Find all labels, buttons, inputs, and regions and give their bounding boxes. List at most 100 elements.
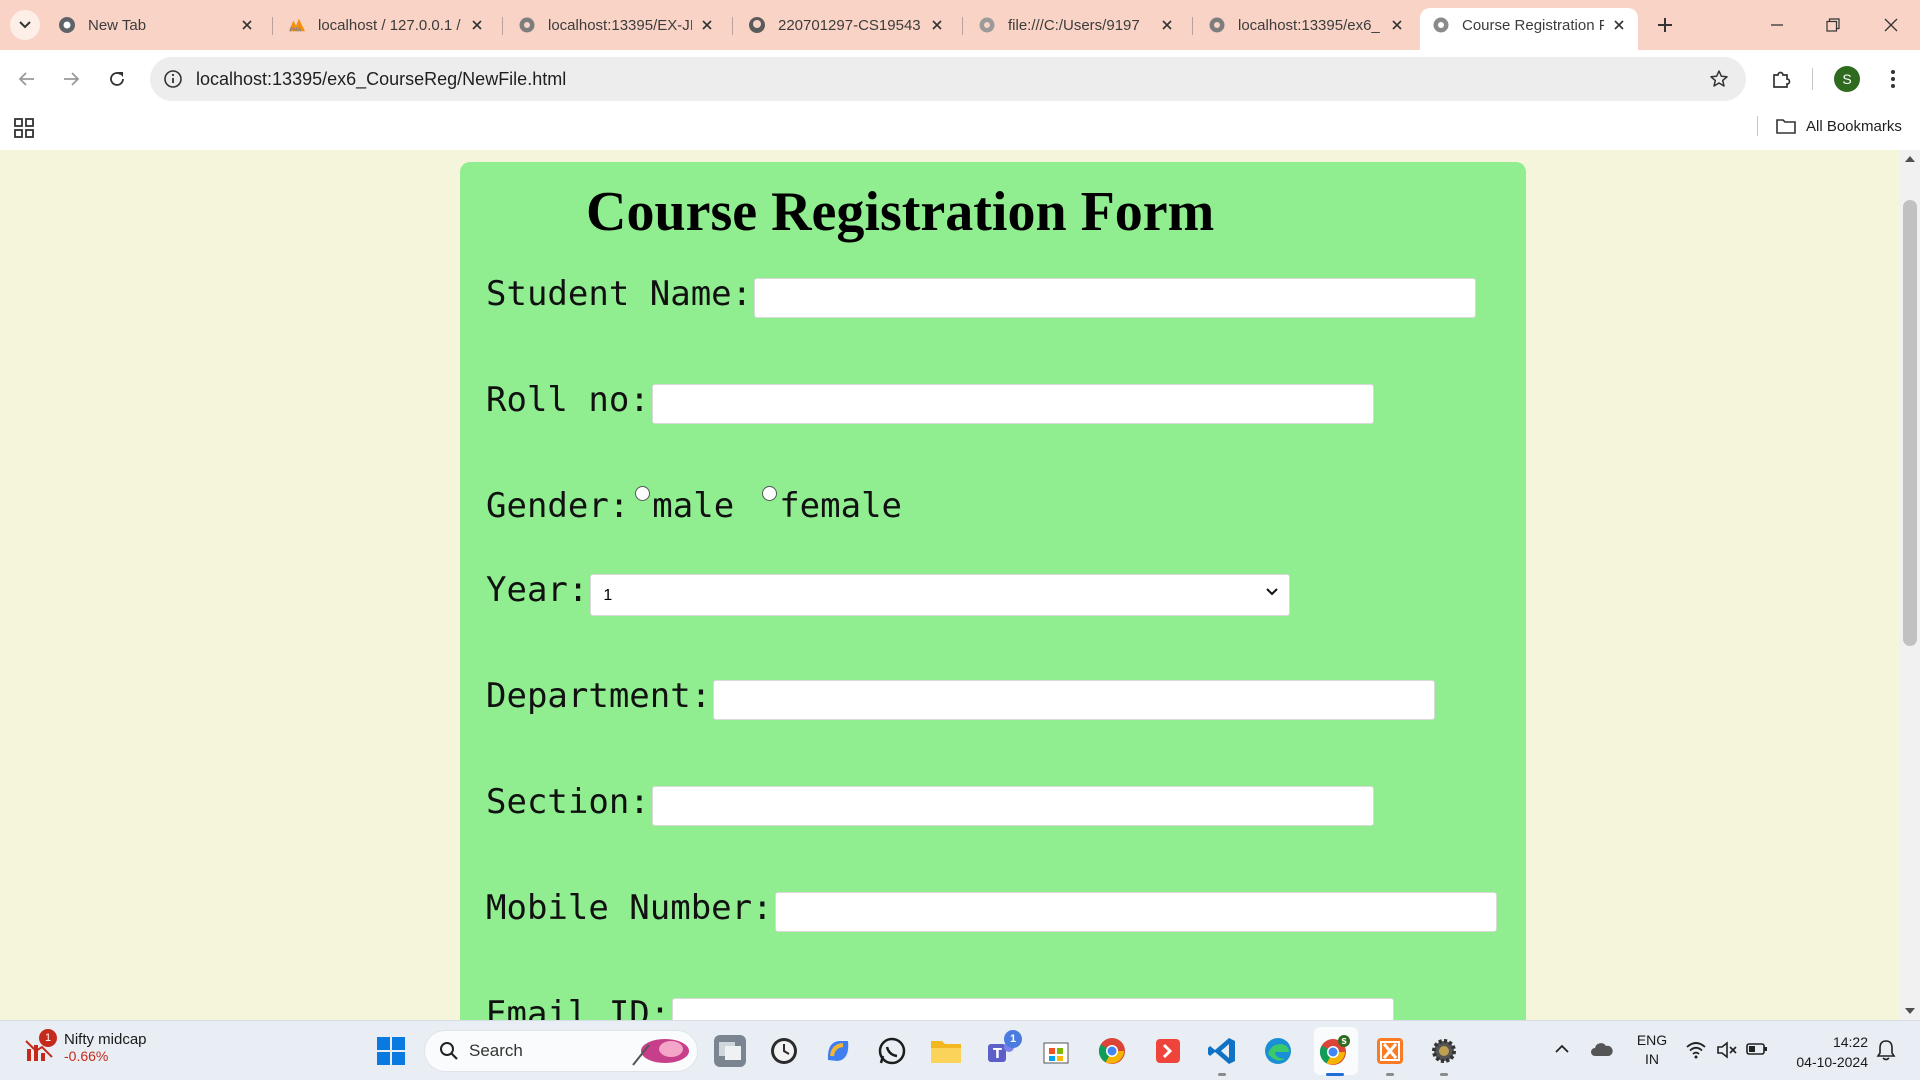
- tab-localhost-ex6[interactable]: localhost:13395/ex6_: [1196, 8, 1416, 42]
- gender-male-radio[interactable]: [635, 486, 651, 501]
- whatsapp-icon[interactable]: [876, 1035, 908, 1067]
- page-scrollbar[interactable]: [1900, 150, 1920, 1020]
- gender-male-label[interactable]: male: [652, 484, 734, 528]
- running-app-indicator: [1218, 1073, 1226, 1076]
- clock-app-icon[interactable]: [768, 1035, 800, 1067]
- section-label: Section:: [486, 782, 650, 822]
- profile-avatar[interactable]: S: [1834, 66, 1860, 92]
- gender-female-label[interactable]: female: [779, 484, 902, 528]
- ticker-name: Nifty midcap: [64, 1031, 147, 1048]
- roll-no-input[interactable]: [651, 384, 1374, 424]
- xampp-icon[interactable]: [1374, 1035, 1406, 1067]
- student-name-row: Student Name:: [486, 272, 1477, 318]
- taskbar-search-box[interactable]: Search: [424, 1030, 698, 1072]
- copilot-icon[interactable]: [822, 1035, 854, 1067]
- section-input[interactable]: [651, 786, 1374, 826]
- language-indicator[interactable]: ENG IN: [1632, 1031, 1672, 1069]
- chrome-profile-taskbar-icon[interactable]: S: [1318, 1035, 1350, 1067]
- close-icon[interactable]: [928, 16, 946, 34]
- tab-file[interactable]: file:///C:/Users/9197: [966, 8, 1186, 42]
- running-app-indicator: [1386, 1073, 1394, 1076]
- tab-separator: [962, 17, 963, 35]
- onedrive-cloud-icon[interactable]: [1590, 1041, 1614, 1057]
- svg-text:PMA: PMA: [290, 27, 302, 33]
- edge-icon[interactable]: [1262, 1035, 1294, 1067]
- site-info-icon[interactable]: [162, 68, 184, 90]
- all-bookmarks-button[interactable]: All Bookmarks: [1776, 114, 1902, 138]
- close-icon[interactable]: [1158, 16, 1176, 34]
- back-button[interactable]: [12, 64, 42, 94]
- close-window-button[interactable]: [1876, 10, 1906, 40]
- mobile-label: Mobile Number:: [486, 888, 773, 928]
- close-icon[interactable]: [468, 16, 486, 34]
- year-label: Year:: [486, 570, 589, 610]
- microsoft-store-icon[interactable]: [1040, 1035, 1072, 1067]
- gender-label: Gender:: [486, 486, 630, 526]
- scroll-down-arrow-icon[interactable]: [1905, 1008, 1915, 1014]
- battery-icon[interactable]: [1746, 1041, 1768, 1057]
- chrome-taskbar-icon[interactable]: [1096, 1035, 1128, 1067]
- student-name-label: Student Name:: [486, 274, 753, 314]
- close-icon[interactable]: [238, 16, 256, 34]
- teams-icon[interactable]: T 1: [984, 1030, 1022, 1067]
- globe-icon: [518, 16, 536, 34]
- tab-title: Course Registration F: [1462, 16, 1604, 34]
- tab-new-tab[interactable]: New Tab: [46, 8, 266, 42]
- browser-menu-button[interactable]: [1878, 64, 1908, 94]
- tab-title: localhost:13395/ex6_: [1238, 16, 1380, 34]
- year-select[interactable]: 1: [590, 574, 1291, 616]
- minimize-button[interactable]: [1762, 10, 1792, 40]
- email-input[interactable]: [672, 998, 1395, 1020]
- student-name-input[interactable]: [754, 278, 1477, 318]
- system-clock[interactable]: 14:22 04-10-2024: [1786, 1032, 1868, 1072]
- extensions-button[interactable]: [1766, 64, 1796, 94]
- tab-localhost-ex-ji[interactable]: localhost:13395/EX-JI: [506, 8, 726, 42]
- arrow-left-icon: [18, 72, 34, 86]
- chevron-up-icon[interactable]: [1554, 1041, 1570, 1057]
- phpmyadmin-icon: PMA: [288, 16, 306, 34]
- close-icon[interactable]: [1388, 16, 1406, 34]
- search-label: Search: [469, 1041, 523, 1060]
- teams-badge: 1: [1004, 1030, 1022, 1048]
- folder-icon: [1776, 119, 1796, 134]
- task-view-icon[interactable]: [714, 1035, 746, 1067]
- mobile-input[interactable]: [774, 892, 1497, 932]
- speaker-muted-icon[interactable]: [1716, 1041, 1738, 1059]
- tab-course-registration[interactable]: Course Registration F: [1420, 8, 1638, 50]
- roll-no-label: Roll no:: [486, 380, 650, 420]
- anydesk-icon[interactable]: [1152, 1035, 1184, 1067]
- clock-time: 14:22: [1832, 1034, 1868, 1050]
- stock-widget[interactable]: 1 Nifty midcap -0.66%: [24, 1028, 147, 1064]
- department-input[interactable]: [713, 680, 1436, 720]
- arrow-right-icon: [64, 72, 80, 86]
- globe-icon: [1432, 16, 1450, 34]
- clock-date: 04-10-2024: [1796, 1054, 1868, 1070]
- apps-grid-icon[interactable]: [12, 116, 36, 140]
- new-tab-button[interactable]: [1652, 12, 1678, 38]
- tab-separator: [732, 17, 733, 35]
- form-title: Course Registration Form: [586, 181, 1215, 243]
- tab-phpmyadmin[interactable]: PMA localhost / 127.0.0.1 /: [276, 8, 496, 42]
- address-bar[interactable]: localhost:13395/ex6_CourseReg/NewFile.ht…: [150, 57, 1746, 101]
- vscode-icon[interactable]: [1206, 1035, 1238, 1067]
- restore-button[interactable]: [1818, 10, 1848, 40]
- tab-title: file:///C:/Users/9197: [1008, 16, 1140, 34]
- gender-female-radio[interactable]: [762, 486, 778, 501]
- bookmark-star-icon[interactable]: [1708, 68, 1730, 90]
- reload-button[interactable]: [102, 64, 132, 94]
- tab-search-button[interactable]: [10, 10, 40, 40]
- settings-icon[interactable]: [1428, 1035, 1460, 1067]
- notification-bell-icon[interactable]: [1876, 1039, 1896, 1061]
- scrollbar-thumb[interactable]: [1903, 200, 1917, 646]
- scroll-up-arrow-icon[interactable]: [1905, 156, 1915, 162]
- close-icon[interactable]: [1610, 16, 1628, 34]
- browser-toolbar: localhost:13395/ex6_CourseReg/NewFile.ht…: [0, 50, 1920, 108]
- file-explorer-icon[interactable]: [930, 1035, 962, 1067]
- wifi-icon[interactable]: [1686, 1041, 1706, 1059]
- tab-github[interactable]: 220701297-CS19543: [736, 8, 956, 42]
- globe-icon: [1208, 16, 1226, 34]
- windows-start-icon[interactable]: [376, 1036, 406, 1066]
- forward-button[interactable]: [56, 64, 86, 94]
- close-icon[interactable]: [698, 16, 716, 34]
- ticker-change: -0.66%: [64, 1048, 109, 1064]
